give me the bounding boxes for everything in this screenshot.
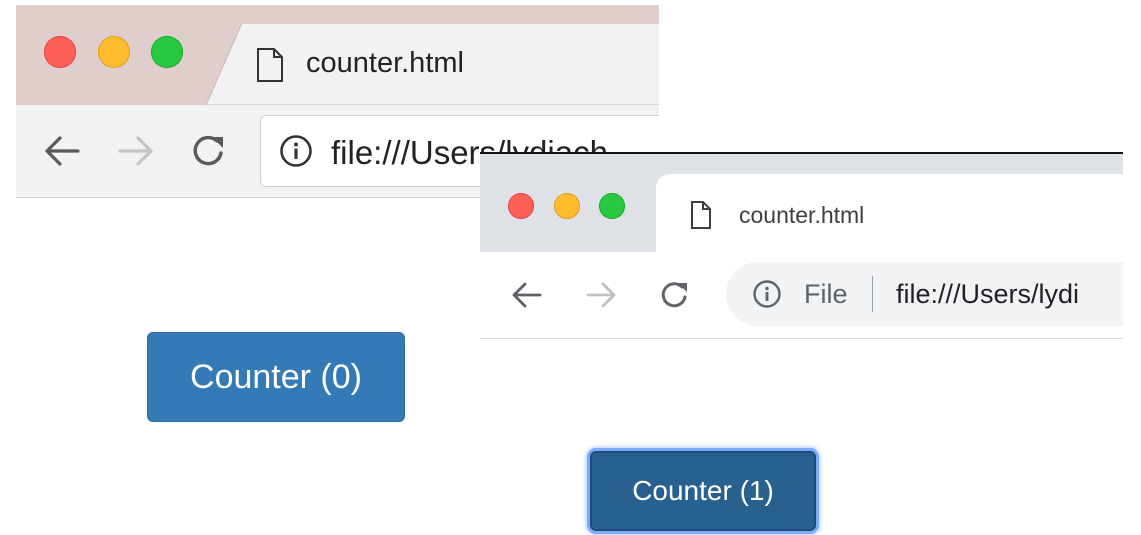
minimize-window-button[interactable]	[554, 193, 580, 219]
security-chip[interactable]: File	[804, 279, 848, 310]
tab-title: counter.html	[739, 202, 865, 228]
back-arrow-icon[interactable]	[510, 278, 544, 312]
tab-strip: counter.html	[480, 154, 1123, 254]
tab-counter-html[interactable]: counter.html	[256, 23, 659, 105]
info-icon[interactable]	[279, 134, 313, 168]
forward-arrow-icon[interactable]	[116, 131, 156, 171]
forward-arrow-icon[interactable]	[584, 278, 618, 312]
counter-button[interactable]: Counter (1)	[590, 451, 816, 531]
file-icon	[257, 48, 283, 82]
back-arrow-icon[interactable]	[42, 131, 82, 171]
tab-counter-html[interactable]: counter.html	[656, 174, 1123, 254]
tab-title: counter.html	[306, 47, 464, 79]
address-bar[interactable]: File file:///Users/lydi	[726, 262, 1123, 326]
minimize-window-button[interactable]	[98, 36, 130, 68]
chip-divider	[872, 276, 873, 312]
tab-strip: counter.html	[16, 5, 659, 105]
url-text: file:///Users/lydi	[896, 279, 1080, 309]
maximize-window-button[interactable]	[599, 193, 625, 219]
maximize-window-button[interactable]	[151, 36, 183, 68]
reload-icon[interactable]	[189, 131, 229, 171]
file-icon	[691, 201, 711, 229]
browser-window-new: counter.html File file:///Users/lydi Cou…	[480, 152, 1123, 535]
info-icon[interactable]	[752, 279, 782, 309]
reload-icon[interactable]	[658, 278, 692, 312]
counter-button[interactable]: Counter (0)	[147, 332, 405, 422]
close-window-button[interactable]	[508, 193, 534, 219]
close-window-button[interactable]	[44, 36, 76, 68]
toolbar: File file:///Users/lydi	[480, 252, 1123, 339]
